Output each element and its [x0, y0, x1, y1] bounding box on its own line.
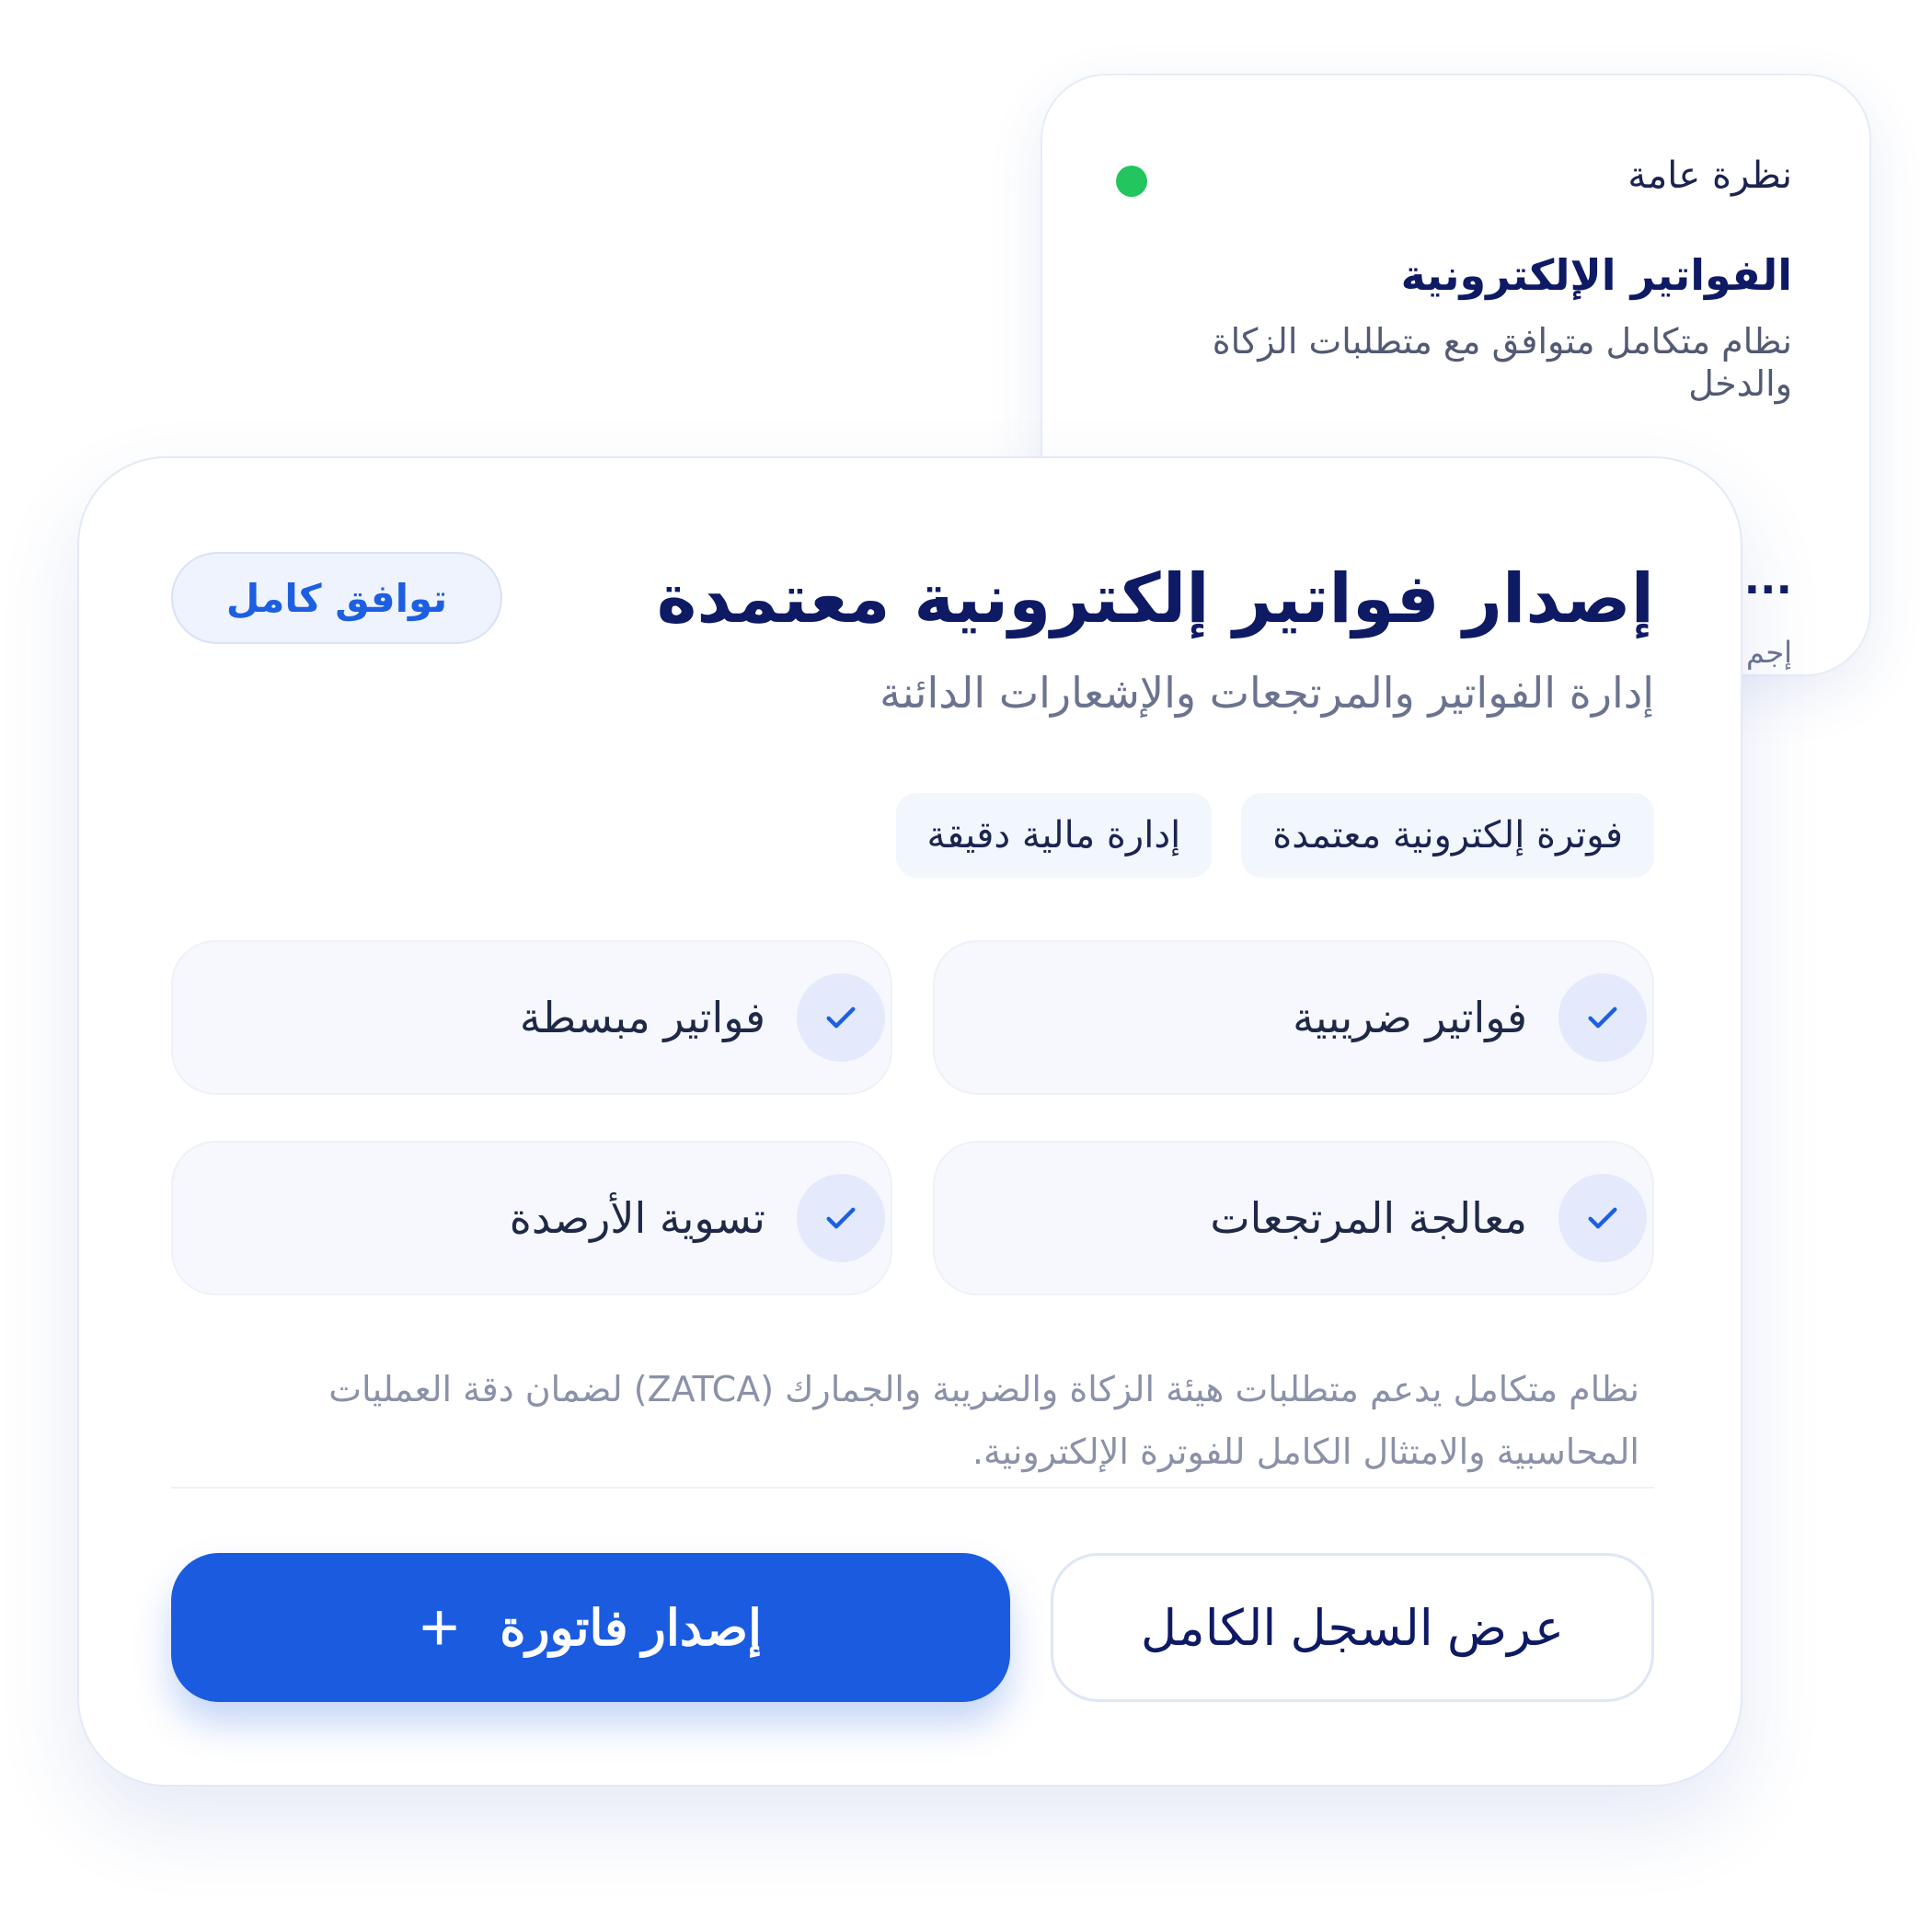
- feature-label: فواتير مبسطة: [519, 993, 765, 1042]
- check-icon: [797, 973, 885, 1062]
- page-subtitle: إدارة الفواتير والمرتجعات والإشعارات الد…: [880, 668, 1654, 718]
- overview-title: الفواتير الإلكترونية: [1400, 250, 1792, 300]
- tag-certified-einvoicing: فوترة إلكترونية معتمدة: [1241, 793, 1654, 878]
- tag-list: فوترة إلكترونية معتمدة إدارة مالية دقيقة: [895, 793, 1654, 878]
- view-full-log-label: عرض السجل الكامل: [1140, 1600, 1565, 1656]
- issue-invoice-label: إصدار فاتورة: [500, 1600, 763, 1656]
- overview-value: ...: [1743, 554, 1792, 604]
- issue-invoice-button[interactable]: إصدار فاتورة +: [171, 1553, 1010, 1702]
- feature-label: تسوية الأرصدة: [509, 1193, 765, 1243]
- view-full-log-button[interactable]: عرض السجل الكامل: [1051, 1553, 1654, 1702]
- overview-label: نظرة عامة: [1627, 155, 1792, 197]
- divider: [171, 1487, 1654, 1489]
- compatibility-badge: توافق كامل: [171, 552, 502, 644]
- feature-simplified-invoices: فواتير مبسطة: [171, 940, 892, 1095]
- plus-icon: +: [419, 1589, 460, 1665]
- overview-value-label: إجم: [1746, 635, 1792, 670]
- feature-returns-processing: معالجة المرتجعات: [933, 1141, 1654, 1295]
- status-dot-icon: [1116, 166, 1147, 197]
- check-icon: [797, 1174, 885, 1262]
- page-title: إصدار فواتير إلكترونية معتمدة: [656, 559, 1654, 638]
- overview-description: نظام متكامل متوافق مع متطلبات الزكاة وال…: [1212, 321, 1792, 404]
- feature-label: فواتير ضريبية: [1293, 993, 1527, 1042]
- check-icon: [1558, 1174, 1647, 1262]
- feature-label: معالجة المرتجعات: [1210, 1193, 1527, 1243]
- card-description: نظام متكامل يدعم متطلبات هيئة الزكاة وال…: [328, 1369, 1639, 1472]
- tag-financial-management: إدارة مالية دقيقة: [895, 793, 1213, 878]
- feature-balance-reconciliation: تسوية الأرصدة: [171, 1141, 892, 1295]
- check-icon: [1558, 973, 1647, 1062]
- feature-tax-invoices: فواتير ضريبية: [933, 940, 1654, 1095]
- invoice-card: إصدار فواتير إلكترونية معتمدة إدارة الفو…: [77, 456, 1742, 1787]
